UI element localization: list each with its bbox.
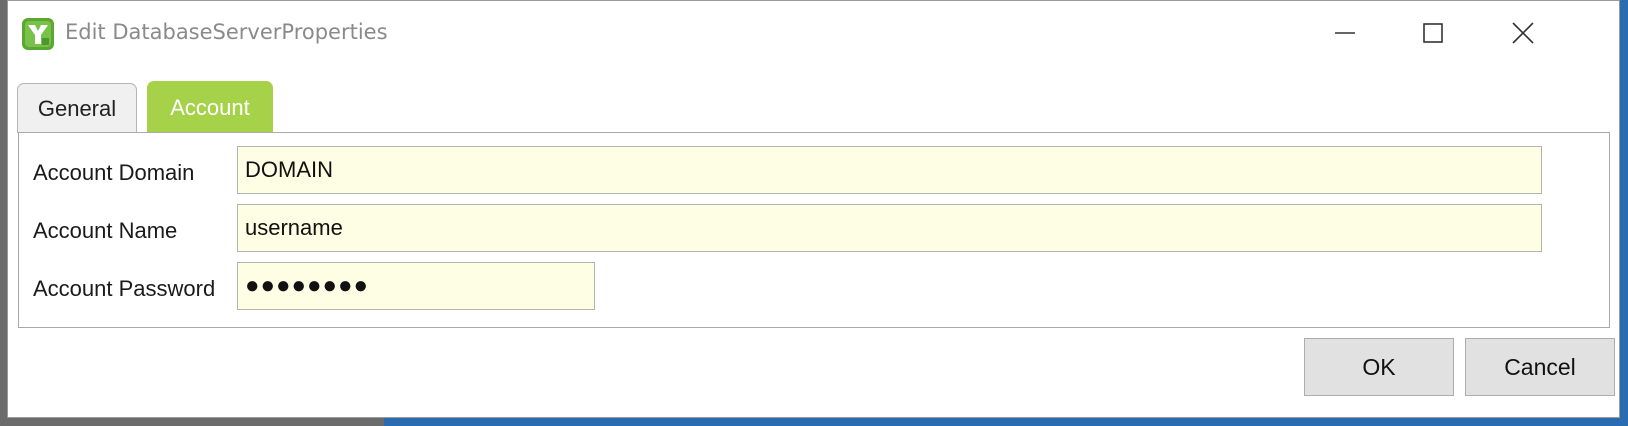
account-name-field[interactable]: username [237,204,1542,252]
window-title: Edit DatabaseServerProperties [65,20,388,44]
maximize-icon [1423,23,1443,43]
close-button[interactable] [1493,11,1553,55]
minimize-button[interactable] [1315,11,1375,55]
cancel-button[interactable]: Cancel [1465,338,1615,396]
maximize-button[interactable] [1403,11,1463,55]
ok-button[interactable]: OK [1304,338,1454,396]
tab-account[interactable]: Account [147,81,273,133]
tab-general[interactable]: General [17,83,137,133]
account-panel: Account Domain DOMAIN Account Name usern… [18,132,1610,328]
title-bar[interactable]: Edit DatabaseServerProperties [8,1,1619,67]
minimize-icon [1335,32,1355,34]
close-icon [1512,22,1534,44]
account-domain-label: Account Domain [33,160,195,185]
account-password-label: Account Password [33,276,216,301]
account-name-label: Account Name [33,218,178,243]
app-logo-icon [22,18,54,50]
account-domain-field[interactable]: DOMAIN [237,146,1542,194]
account-password-field[interactable]: ●●●●●●●● [237,262,595,310]
dialog-window: Edit DatabaseServerProperties General Ac… [7,0,1620,418]
